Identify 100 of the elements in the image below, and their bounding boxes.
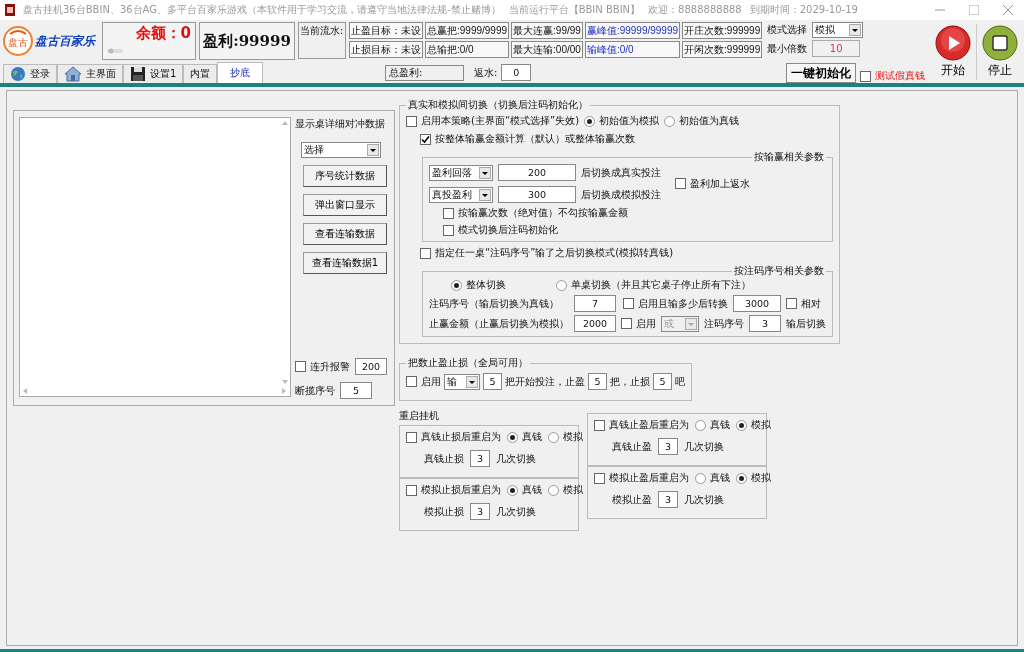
number-field[interactable]: 5: [653, 373, 672, 390]
label: 输后切换: [786, 316, 826, 331]
radio-button[interactable]: 模拟: [736, 471, 771, 485]
stat-readout: 止盈目标：未设: [349, 22, 423, 39]
number-field[interactable]: 2000: [574, 315, 616, 332]
tab[interactable]: 主界面: [57, 64, 123, 83]
number-field[interactable]: 3: [470, 450, 490, 467]
logo-text: 盘古百家乐: [35, 32, 95, 50]
checkbox[interactable]: 启用: [406, 374, 441, 389]
radio-button[interactable]: 初始值为模拟: [584, 114, 660, 128]
caret-icon: [479, 166, 491, 179]
globe-icon: [10, 66, 26, 82]
radio-button[interactable]: 初始值为真钱: [664, 114, 740, 128]
tab[interactable]: 设置1: [123, 64, 184, 83]
radio-button[interactable]: 模拟: [736, 418, 771, 432]
label: 断揽序号: [295, 383, 335, 398]
number-field[interactable]: 3: [658, 491, 678, 508]
action-button[interactable]: 查看连输数据: [303, 223, 387, 245]
caret-icon: [479, 188, 491, 201]
radio-button[interactable]: 单桌切换（并且其它桌子停止所有下注）: [556, 278, 751, 292]
label: 把开始投注，止盈: [505, 374, 585, 389]
number-field[interactable]: 7: [574, 295, 616, 312]
number-field[interactable]: 200: [498, 164, 576, 181]
group-title: 重启挂机: [399, 409, 440, 423]
checkbox[interactable]: 指定任一桌“注码序号”输了之后切换模式(模拟转真钱): [420, 246, 674, 260]
play-icon: [935, 24, 971, 61]
label: 止赢金额（止赢后切换为模拟）: [429, 316, 569, 331]
window-title: 盘古挂机36台BBIN、36台AG、多平台百家乐游戏（本软件用于学习交流，请遵守当地法律法规-禁止赌博）: [23, 3, 501, 17]
total-profit-field: 总盈利:: [385, 65, 464, 81]
reset-button[interactable]: 一键初始化: [786, 63, 856, 83]
checkbox[interactable]: 真钱止盈后重启为: [594, 418, 689, 432]
label: 几次切换: [684, 492, 724, 507]
number-field[interactable]: 300: [498, 186, 576, 203]
balance-text: 余额：0: [135, 24, 191, 43]
action-button[interactable]: 弹出窗口显示: [303, 194, 387, 216]
number-field[interactable]: 200: [355, 358, 387, 375]
number-field[interactable]: 5: [483, 373, 502, 390]
number-field[interactable]: 0: [501, 64, 532, 81]
tab[interactable]: 抄底: [217, 62, 264, 83]
action-button[interactable]: 查看连输数据1: [303, 252, 387, 274]
label: 后切换成模拟投注: [581, 187, 661, 202]
radio-button[interactable]: 模拟: [548, 430, 583, 444]
label: 吧: [675, 374, 685, 389]
stat-readout: 开闲次数:999999: [682, 41, 763, 58]
tab[interactable]: 内置: [183, 64, 218, 83]
radio-button[interactable]: 整体切换: [451, 278, 506, 292]
number-field[interactable]: 5: [340, 382, 372, 399]
number-field[interactable]: 3: [470, 503, 490, 520]
label: 后切换成真实投注: [581, 165, 661, 180]
checkbox[interactable]: 盈利加上返水: [675, 176, 750, 191]
label: 几次切换: [684, 439, 724, 454]
platform-text: 当前运行平台【BBIN BBIN】: [508, 3, 641, 17]
checkbox[interactable]: 连升报警: [295, 359, 350, 374]
stat-readout: 赢峰值:99999/99999: [584, 22, 681, 39]
stat-readout: 输峰值:0/0: [584, 41, 681, 58]
checkbox[interactable]: 启用且输多少后转换: [623, 296, 728, 311]
label: 模拟止损: [424, 504, 464, 519]
checkbox[interactable]: 启用: [621, 316, 656, 331]
radio-button[interactable]: 真钱: [507, 430, 542, 444]
radio-button[interactable]: 模拟: [548, 483, 583, 497]
dropdown[interactable]: 真投盈利: [429, 186, 493, 203]
action-button[interactable]: 序号统计数据: [303, 165, 387, 187]
radio-button[interactable]: 真钱: [507, 483, 542, 497]
checkbox[interactable]: 模拟止盈后重启为: [594, 471, 689, 485]
caret-icon: [367, 144, 379, 156]
checkbox[interactable]: 相对: [786, 296, 821, 311]
min-multiplier-label: 最小倍数: [767, 41, 808, 56]
dropdown[interactable]: 盈利回落: [429, 164, 493, 181]
panel-title: 显示桌详细对冲数据: [295, 117, 385, 131]
number-field[interactable]: 3000: [733, 295, 781, 312]
logo-icon: 盘古: [3, 26, 33, 56]
radio-button[interactable]: 真钱: [695, 471, 730, 485]
dropdown[interactable]: 输: [444, 373, 480, 390]
checkbox[interactable]: 真钱止损后重启为: [406, 430, 501, 444]
house-icon: [64, 66, 82, 82]
number-field[interactable]: 3: [749, 315, 781, 332]
text-area[interactable]: [19, 117, 291, 397]
close-icon[interactable]: [1002, 4, 1014, 16]
group-title: 把数止盈止损（全局可用）: [407, 356, 529, 370]
label: 把，止损: [610, 374, 650, 389]
tab[interactable]: 登录: [3, 64, 57, 83]
dropdown[interactable]: 模拟: [812, 22, 864, 38]
checkbox[interactable]: 按整体输赢金额计算（默认）或整体输赢次数: [420, 132, 635, 146]
checkbox[interactable]: 测试假真钱: [860, 69, 925, 83]
checkbox[interactable]: 模拟止损后重启为: [406, 483, 501, 497]
stop-button[interactable]: 停止: [982, 24, 1018, 79]
dropdown[interactable]: 选择: [301, 142, 381, 158]
number-field[interactable]: 5: [588, 373, 607, 390]
number-field[interactable]: 3: [658, 438, 678, 455]
maximize-icon[interactable]: [968, 4, 980, 16]
group-title: 按输赢相关参数: [753, 150, 825, 164]
checkbox[interactable]: 按输赢次数（绝对值）不勾按输赢金额: [443, 206, 628, 220]
label: 真钱止损: [424, 451, 464, 466]
stop-icon: [982, 24, 1018, 61]
checkbox[interactable]: 启用本策略(主界面“模式选择”失效): [406, 114, 580, 128]
checkbox[interactable]: 模式切换后注码初始化: [443, 223, 558, 237]
stat-readout: 止损目标：未设: [349, 41, 423, 58]
radio-button[interactable]: 真钱: [695, 418, 730, 432]
start-button[interactable]: 开始: [935, 24, 971, 79]
min-multiplier-value: 10: [812, 40, 861, 57]
